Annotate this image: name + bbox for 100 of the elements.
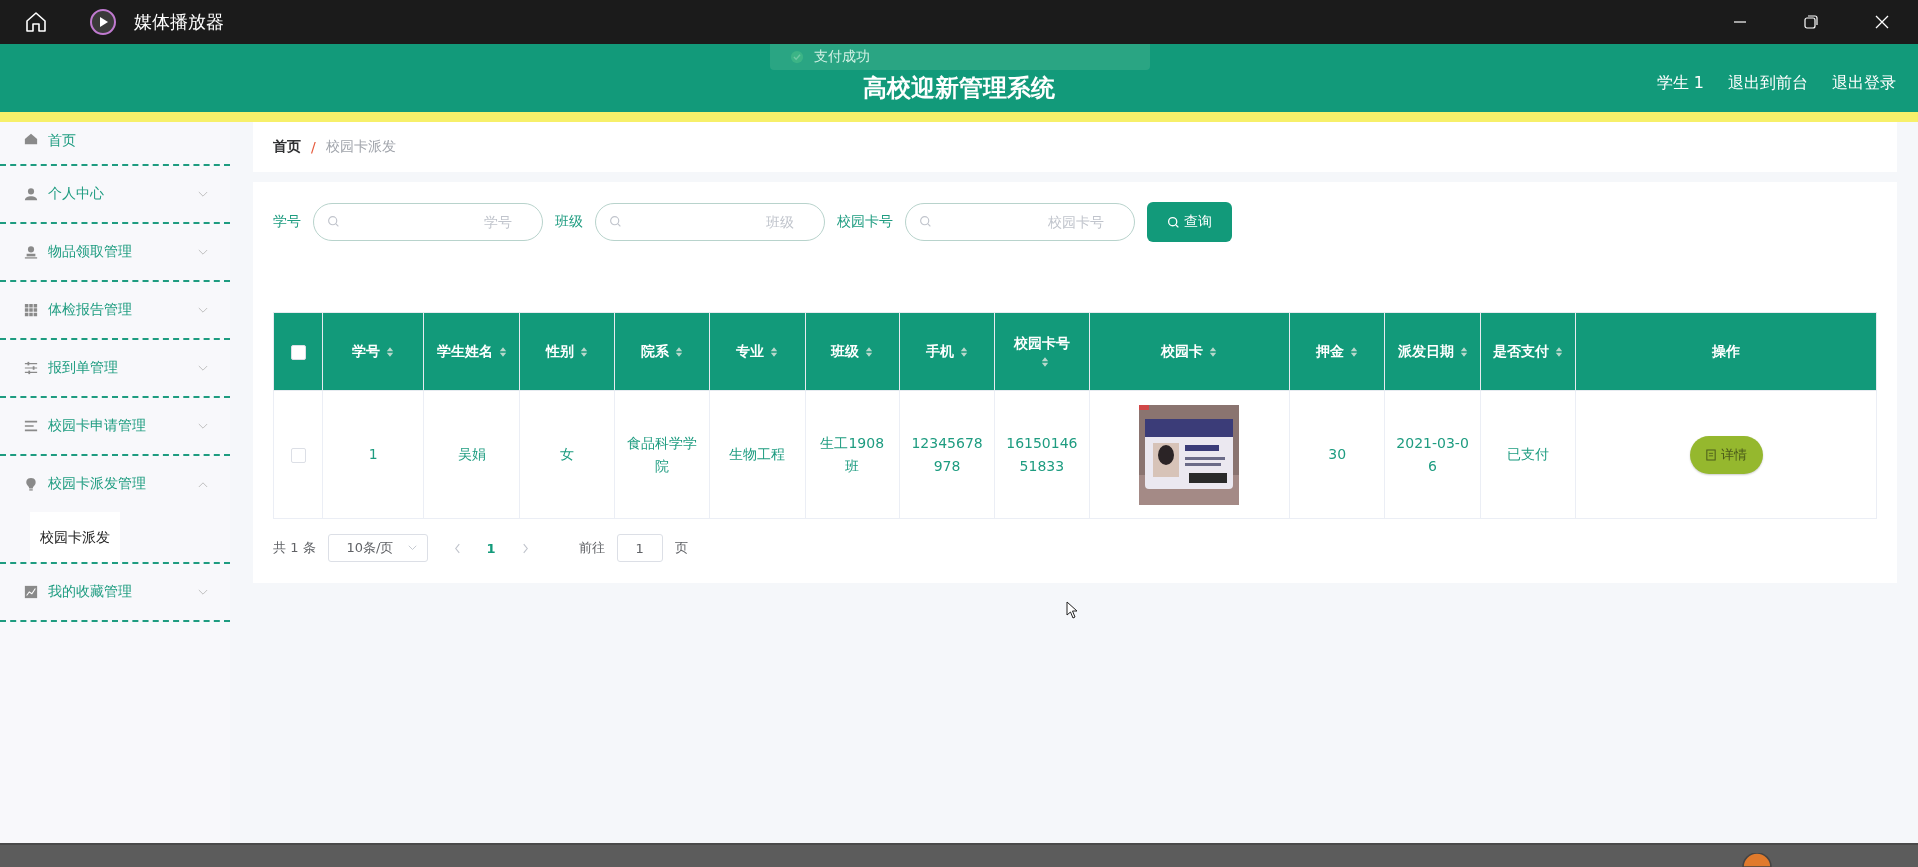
search-icon — [609, 215, 622, 228]
search-button[interactable]: 查询 — [1147, 202, 1232, 242]
table-header-cell[interactable]: 学生姓名 — [423, 312, 520, 391]
sort-icon[interactable] — [865, 345, 874, 358]
goto-label: 前往 — [578, 539, 605, 557]
table-header-cell[interactable]: 专业 — [709, 312, 806, 391]
next-page-icon[interactable] — [521, 542, 529, 554]
table-header-cell[interactable]: 学号 — [322, 312, 424, 391]
search-field[interactable]: 学号 — [313, 203, 543, 241]
table-cell: 2021-03-06 — [1384, 390, 1481, 519]
search-icon — [1167, 215, 1180, 229]
sort-icon[interactable] — [498, 345, 507, 358]
list-icon — [24, 419, 38, 433]
sidebar-item[interactable]: 我的收藏管理 — [0, 564, 230, 620]
checkbox[interactable] — [290, 344, 306, 360]
field-label: 校园卡号 — [837, 213, 893, 231]
table-header-cell[interactable]: 押金 — [1289, 312, 1385, 391]
sliders-icon — [24, 361, 38, 375]
field-label: 学号 — [273, 213, 301, 231]
stamp-icon — [24, 245, 38, 259]
sidebar-item[interactable]: 体检报告管理 — [0, 282, 230, 338]
table-cell: 生物工程 — [709, 390, 806, 519]
breadcrumb-link[interactable]: 首页 — [273, 138, 301, 156]
table-header-cell: 操作 — [1575, 312, 1877, 391]
chevron-down-icon — [198, 306, 208, 314]
table-header-cell[interactable]: 性别 — [519, 312, 615, 391]
sort-icon[interactable] — [960, 345, 969, 358]
chevron-down-icon — [198, 588, 208, 596]
sidebar-item[interactable]: 首页 — [0, 122, 230, 164]
header-link[interactable]: 学生 1 — [1656, 72, 1704, 94]
table-cell: 生工1908班 — [805, 390, 900, 519]
previous-page-icon[interactable] — [453, 542, 461, 554]
search-field[interactable]: 校园卡号 — [905, 203, 1135, 241]
home-icon — [24, 132, 38, 146]
table-header-cell[interactable]: 手机 — [899, 312, 995, 391]
table-cell: 吴娟 — [423, 390, 520, 519]
table-cell: 已支付 — [1480, 390, 1576, 519]
table-header-cell[interactable]: 班级 — [805, 312, 900, 391]
chevron-up-icon — [198, 480, 208, 488]
sidebar-item[interactable]: 校园卡申请管理 — [0, 398, 230, 454]
chevron-down-icon — [198, 248, 208, 256]
cursor-icon — [1066, 601, 1078, 619]
table-header-cell[interactable]: 院系 — [614, 312, 710, 391]
bulb-icon — [24, 477, 38, 491]
chevron-down-icon — [407, 545, 417, 551]
chevron-down-icon — [198, 190, 208, 198]
sidebar-subitem[interactable]: 校园卡派发 — [30, 512, 120, 562]
sort-icon[interactable] — [1040, 355, 1049, 368]
breadcrumb-separator: / — [311, 139, 316, 155]
table-header-cell[interactable]: 派发日期 — [1384, 312, 1481, 391]
sort-icon[interactable] — [770, 345, 779, 358]
play-icon — [90, 9, 116, 35]
sidebar-item[interactable]: 物品领取管理 — [0, 224, 230, 280]
sort-icon[interactable] — [1350, 345, 1359, 358]
search-field[interactable]: 班级 — [595, 203, 825, 241]
scrubber-handle-icon[interactable] — [1742, 853, 1772, 867]
check-circle-icon — [790, 50, 804, 64]
table-cell: 1 — [322, 390, 424, 519]
grid-icon — [24, 303, 38, 317]
sort-icon[interactable] — [1209, 345, 1218, 358]
home-icon[interactable] — [24, 10, 48, 34]
table-header-cell[interactable]: 校园卡号 — [994, 312, 1089, 391]
table-cell: 1615014651833 — [994, 390, 1089, 519]
detail-button[interactable]: 详情 — [1689, 435, 1763, 474]
table-cell: 女 — [519, 390, 615, 519]
person-icon — [24, 187, 38, 201]
page-number[interactable]: 1 — [486, 540, 496, 556]
chart-icon — [24, 585, 38, 599]
header-link[interactable]: 退出到前台 — [1728, 72, 1808, 94]
breadcrumb-link[interactable]: 校园卡派发 — [325, 138, 396, 156]
window-title: 媒体播放器 — [134, 10, 224, 34]
document-icon — [1705, 448, 1716, 461]
sort-icon[interactable] — [675, 345, 684, 358]
sidebar-item[interactable]: 个人中心 — [0, 166, 230, 222]
total-count: 共 1 条 — [273, 539, 316, 557]
page-size-select[interactable]: 10条/页 — [327, 534, 428, 562]
chevron-down-icon — [198, 364, 208, 372]
checkbox[interactable] — [290, 447, 306, 463]
toast-message: 支付成功 — [814, 48, 870, 66]
page-suffix: 页 — [674, 539, 688, 557]
page-input[interactable]: 1 — [616, 534, 663, 562]
table-header-cell[interactable]: 是否支付 — [1480, 312, 1576, 391]
sidebar-item[interactable]: 校园卡派发管理 — [0, 456, 230, 512]
chevron-down-icon — [198, 422, 208, 430]
sidebar-item[interactable]: 报到单管理 — [0, 340, 230, 396]
search-icon — [919, 215, 932, 228]
table-cell: 食品科学学院 — [614, 390, 710, 519]
app-title: 高校迎新管理系统 — [863, 73, 1055, 104]
table-cell: 12345678978 — [899, 390, 995, 519]
search-icon — [327, 215, 340, 228]
sort-icon[interactable] — [1554, 345, 1563, 358]
sort-icon[interactable] — [1459, 345, 1468, 358]
close-icon[interactable] — [1874, 14, 1890, 30]
sort-icon[interactable] — [579, 345, 588, 358]
field-label: 班级 — [555, 213, 583, 231]
sort-icon[interactable] — [386, 345, 395, 358]
table-header-cell[interactable]: 校园卡 — [1089, 312, 1290, 391]
table-cell: 30 — [1289, 390, 1385, 519]
header-link[interactable]: 退出登录 — [1832, 72, 1896, 94]
restore-icon[interactable] — [1803, 14, 1819, 30]
